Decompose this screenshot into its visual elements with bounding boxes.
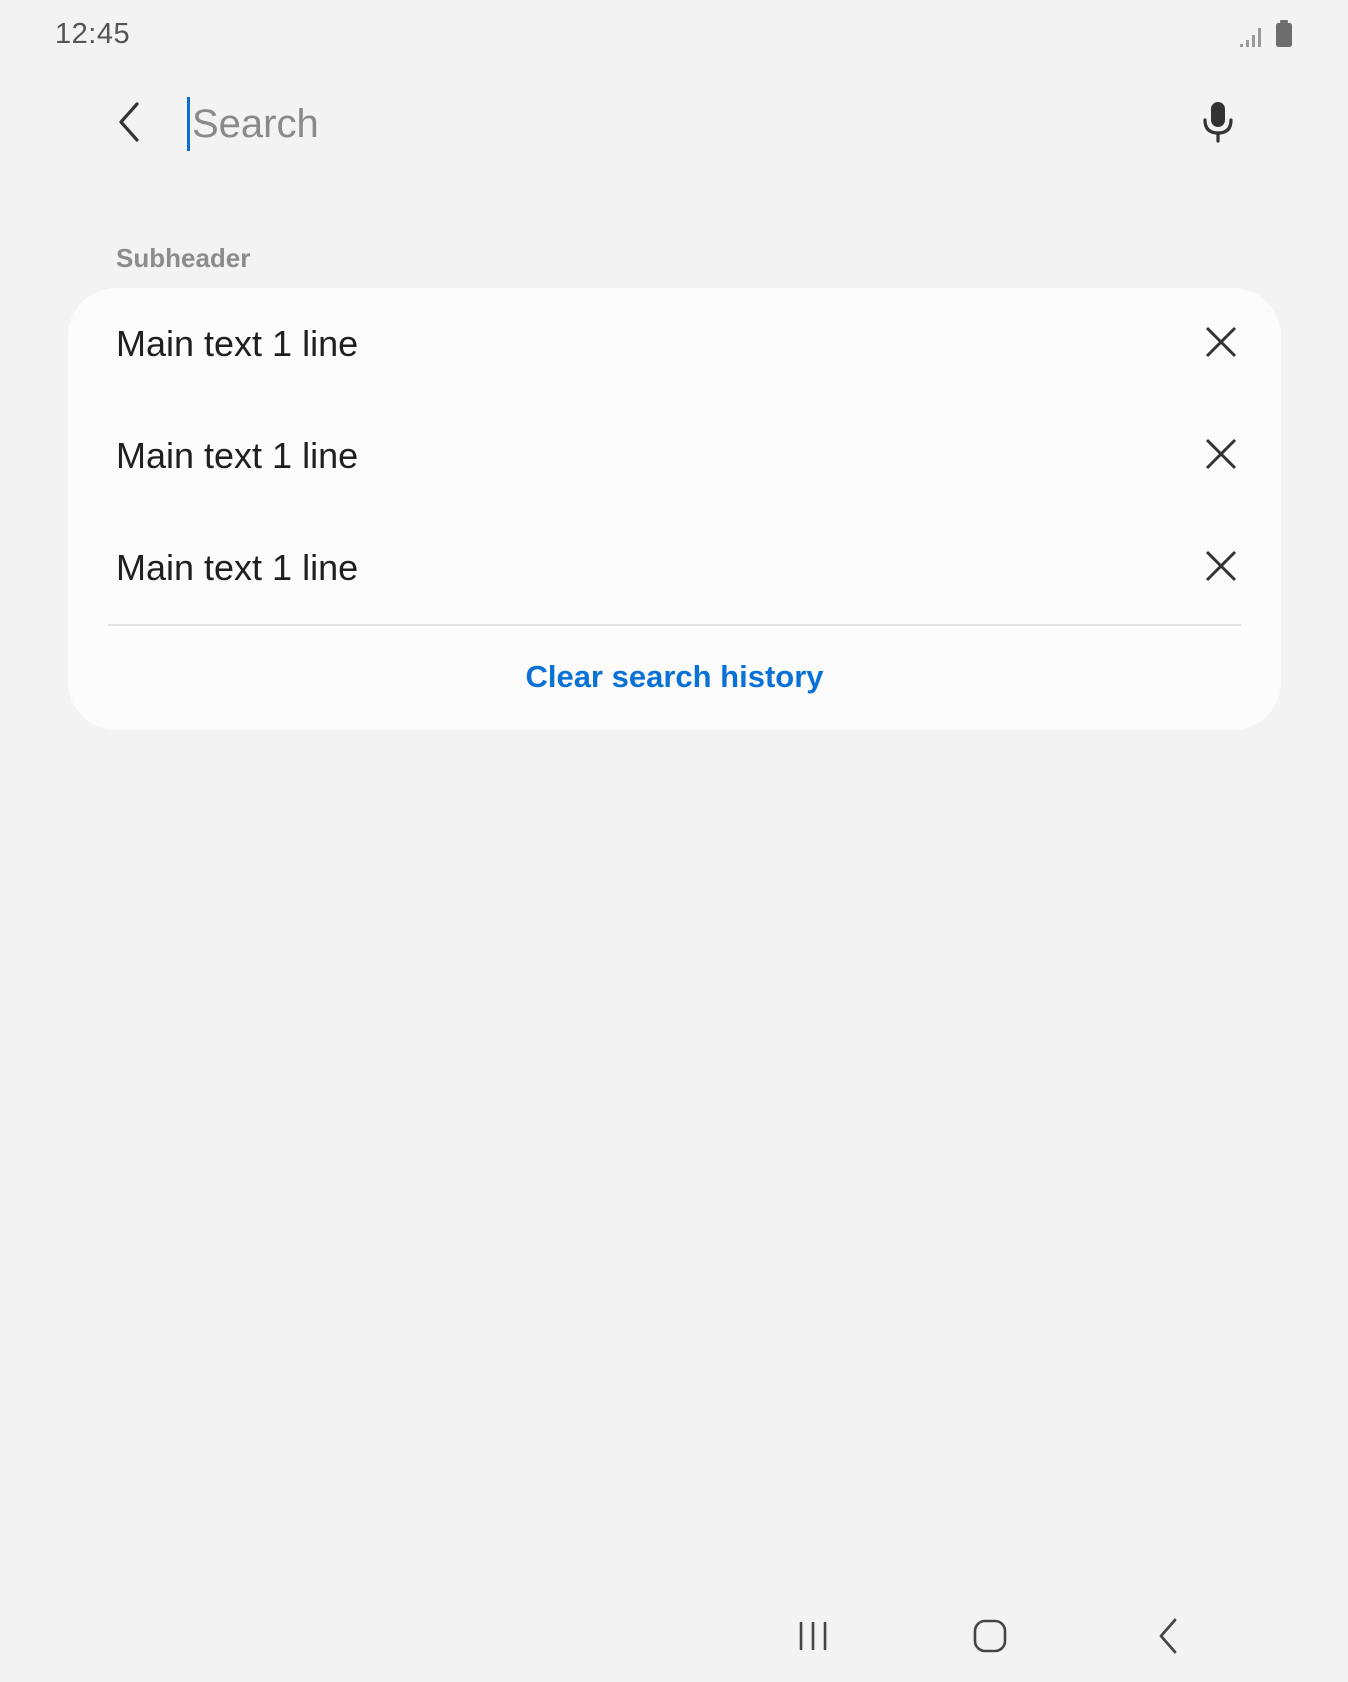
search-history-card: Main text 1 line Main text 1 line Main t… xyxy=(68,288,1281,730)
close-icon xyxy=(1203,548,1239,589)
microphone-icon xyxy=(1201,100,1235,149)
close-icon xyxy=(1203,436,1239,477)
close-icon xyxy=(1203,324,1239,365)
status-time: 12:45 xyxy=(55,18,131,50)
history-item[interactable]: Main text 1 line xyxy=(68,400,1281,512)
history-item-label: Main text 1 line xyxy=(116,435,359,476)
recent-apps-icon xyxy=(796,1619,830,1658)
remove-history-item-button[interactable] xyxy=(1193,316,1249,372)
home-icon xyxy=(972,1618,1008,1659)
search-field[interactable] xyxy=(187,96,1087,152)
history-item[interactable]: Main text 1 line xyxy=(68,288,1281,400)
status-bar: 12:45 xyxy=(0,0,1348,70)
back-button[interactable] xyxy=(100,94,160,154)
clear-search-history-button[interactable]: Clear search history xyxy=(68,626,1281,728)
back-icon xyxy=(1156,1617,1180,1660)
search-bar xyxy=(0,80,1348,168)
text-cursor xyxy=(187,97,190,151)
status-icons xyxy=(1239,20,1293,53)
remove-history-item-button[interactable] xyxy=(1193,540,1249,596)
battery-icon xyxy=(1275,20,1293,53)
recent-apps-button[interactable] xyxy=(778,1608,848,1668)
home-button[interactable] xyxy=(955,1608,1025,1668)
back-arrow-icon xyxy=(115,100,145,149)
history-item-label: Main text 1 line xyxy=(116,323,359,364)
navigation-bar xyxy=(0,1600,1348,1682)
voice-search-button[interactable] xyxy=(1188,94,1248,154)
remove-history-item-button[interactable] xyxy=(1193,428,1249,484)
history-subheader: Subheader xyxy=(116,243,251,273)
search-screen: 12:45 Search Subheader Main text 1 line … xyxy=(0,0,1348,1682)
signal-icon xyxy=(1239,22,1265,53)
history-item[interactable]: Main text 1 line xyxy=(68,512,1281,624)
search-input[interactable] xyxy=(192,101,1072,147)
history-item-label: Main text 1 line xyxy=(116,547,359,588)
nav-back-button[interactable] xyxy=(1133,1608,1203,1668)
